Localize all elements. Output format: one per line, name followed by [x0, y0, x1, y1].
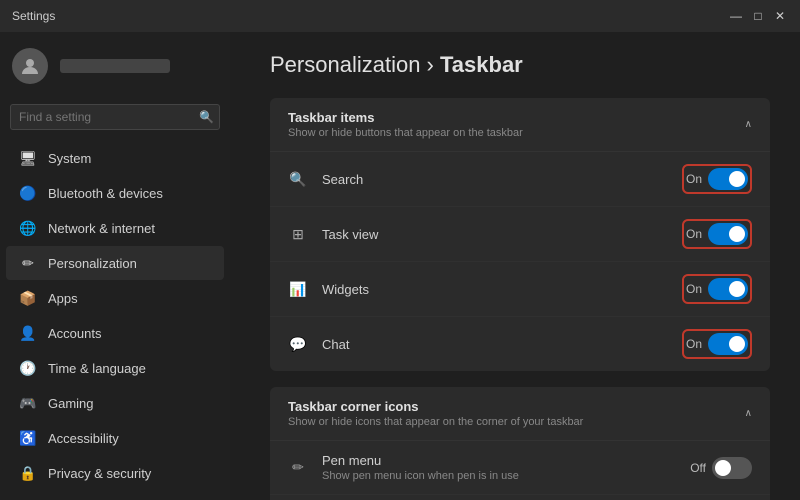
nav-icon-personalization: ✏	[20, 255, 36, 271]
sidebar-item-network[interactable]: 🌐 Network & internet	[6, 211, 224, 245]
breadcrumb-separator: ›	[420, 52, 440, 77]
toggle-chat[interactable]	[708, 333, 748, 355]
sidebar-item-accounts[interactable]: 👤 Accounts	[6, 316, 224, 350]
nav-icon-gaming: 🎮	[20, 395, 36, 411]
toggle-wrap-widgets: On	[682, 274, 752, 304]
setting-label-chat: Chat	[322, 337, 682, 352]
setting-label-pen-menu: Pen menu Show pen menu icon when pen is …	[322, 453, 690, 482]
page-header: Personalization › Taskbar	[270, 52, 770, 78]
sidebar-item-apps[interactable]: 📦 Apps	[6, 281, 224, 315]
setting-label-widgets: Widgets	[322, 282, 682, 297]
setting-icon-chat: 💬	[288, 334, 308, 354]
nav-icon-time: 🕐	[20, 360, 36, 376]
toggle-pen-menu[interactable]	[712, 457, 752, 479]
toggle-wrap-task-view: On	[682, 219, 752, 249]
maximize-button[interactable]: □	[750, 8, 766, 24]
setting-label-task-view: Task view	[322, 227, 682, 242]
sidebar-item-system[interactable]: 🖥 System	[6, 141, 224, 175]
toggle-search[interactable]	[708, 168, 748, 190]
section-subtitle-taskbar-items: Show or hide buttons that appear on the …	[288, 127, 523, 139]
toggle-widgets[interactable]	[708, 278, 748, 300]
chevron-icon-taskbar-items: ∧	[745, 119, 752, 130]
nav-label-bluetooth: Bluetooth & devices	[48, 186, 163, 201]
nav-label-network: Network & internet	[48, 221, 155, 236]
setting-icon-task-view: ⊞	[288, 224, 308, 244]
toggle-wrap-pen-menu: Off	[690, 457, 752, 479]
search-icon: 🔍	[199, 110, 214, 124]
setting-label-search: Search	[322, 172, 682, 187]
section-taskbar-items: Taskbar items Show or hide buttons that …	[270, 98, 770, 371]
nav-label-time: Time & language	[48, 361, 146, 376]
setting-row-search: 🔍 Search On	[270, 152, 770, 207]
breadcrumb-child: Taskbar	[440, 52, 523, 77]
sidebar-item-bluetooth[interactable]: 🔵 Bluetooth & devices	[6, 176, 224, 210]
app-container: 🔍 🖥 System 🔵 Bluetooth & devices 🌐 Netwo…	[0, 32, 800, 500]
setting-row-chat: 💬 Chat On	[270, 317, 770, 371]
titlebar: Settings — □ ✕	[0, 0, 800, 32]
nav-label-accessibility: Accessibility	[48, 431, 119, 446]
setting-icon-pen-menu: ✏	[288, 458, 308, 478]
toggle-state-pen-menu: Off	[690, 461, 706, 475]
sections-container: Taskbar items Show or hide buttons that …	[270, 98, 770, 500]
sidebar-item-time[interactable]: 🕐 Time & language	[6, 351, 224, 385]
nav-label-accounts: Accounts	[48, 326, 101, 341]
setting-row-touch-keyboard: ⌨ Touch keyboard Always show touch keybo…	[270, 495, 770, 500]
nav-label-gaming: Gaming	[48, 396, 94, 411]
section-header-taskbar-corner-icons[interactable]: Taskbar corner icons Show or hide icons …	[270, 387, 770, 441]
user-name-bar	[60, 59, 170, 73]
chevron-icon-taskbar-corner-icons: ∧	[745, 408, 752, 419]
avatar	[12, 48, 48, 84]
toggle-state-search: On	[686, 172, 702, 186]
search-input[interactable]	[10, 104, 220, 130]
nav-list: 🖥 System 🔵 Bluetooth & devices 🌐 Network…	[0, 140, 230, 500]
section-title-taskbar-items: Taskbar items	[288, 110, 523, 125]
setting-icon-widgets: 📊	[288, 279, 308, 299]
close-button[interactable]: ✕	[772, 8, 788, 24]
nav-icon-apps: 📦	[20, 290, 36, 306]
breadcrumb: Personalization › Taskbar	[270, 52, 770, 78]
section-subtitle-taskbar-corner-icons: Show or hide icons that appear on the co…	[288, 416, 583, 428]
sidebar-item-personalization[interactable]: ✏ Personalization	[6, 246, 224, 280]
setting-sublabel-pen-menu: Show pen menu icon when pen is in use	[322, 470, 690, 482]
nav-label-apps: Apps	[48, 291, 78, 306]
nav-label-personalization: Personalization	[48, 256, 137, 271]
search-box[interactable]: 🔍	[10, 104, 220, 130]
toggle-state-widgets: On	[686, 282, 702, 296]
toggle-wrap-chat: On	[682, 329, 752, 359]
sidebar-item-privacy[interactable]: 🔒 Privacy & security	[6, 456, 224, 490]
user-profile[interactable]	[0, 32, 230, 100]
setting-row-task-view: ⊞ Task view On	[270, 207, 770, 262]
nav-icon-accounts: 👤	[20, 325, 36, 341]
setting-row-widgets: 📊 Widgets On	[270, 262, 770, 317]
sidebar-item-gaming[interactable]: 🎮 Gaming	[6, 386, 224, 420]
nav-icon-accessibility: ♿	[20, 430, 36, 446]
titlebar-controls: — □ ✕	[728, 8, 788, 24]
titlebar-title: Settings	[12, 9, 55, 23]
sidebar: 🔍 🖥 System 🔵 Bluetooth & devices 🌐 Netwo…	[0, 32, 230, 500]
toggle-wrap-search: On	[682, 164, 752, 194]
nav-icon-network: 🌐	[20, 220, 36, 236]
section-title-taskbar-corner-icons: Taskbar corner icons	[288, 399, 583, 414]
sidebar-item-update[interactable]: 🔄 Windows Update	[6, 491, 224, 500]
toggle-task-view[interactable]	[708, 223, 748, 245]
section-taskbar-corner-icons: Taskbar corner icons Show or hide icons …	[270, 387, 770, 500]
toggle-state-chat: On	[686, 337, 702, 351]
setting-row-pen-menu: ✏ Pen menu Show pen menu icon when pen i…	[270, 441, 770, 495]
nav-label-privacy: Privacy & security	[48, 466, 151, 481]
nav-icon-bluetooth: 🔵	[20, 185, 36, 201]
nav-icon-system: 🖥	[20, 150, 36, 166]
nav-icon-privacy: 🔒	[20, 465, 36, 481]
breadcrumb-parent: Personalization	[270, 52, 420, 77]
setting-icon-search: 🔍	[288, 169, 308, 189]
section-header-taskbar-items[interactable]: Taskbar items Show or hide buttons that …	[270, 98, 770, 152]
nav-label-system: System	[48, 151, 91, 166]
toggle-state-task-view: On	[686, 227, 702, 241]
main-content: Personalization › Taskbar Taskbar items …	[230, 32, 800, 500]
sidebar-item-accessibility[interactable]: ♿ Accessibility	[6, 421, 224, 455]
minimize-button[interactable]: —	[728, 8, 744, 24]
